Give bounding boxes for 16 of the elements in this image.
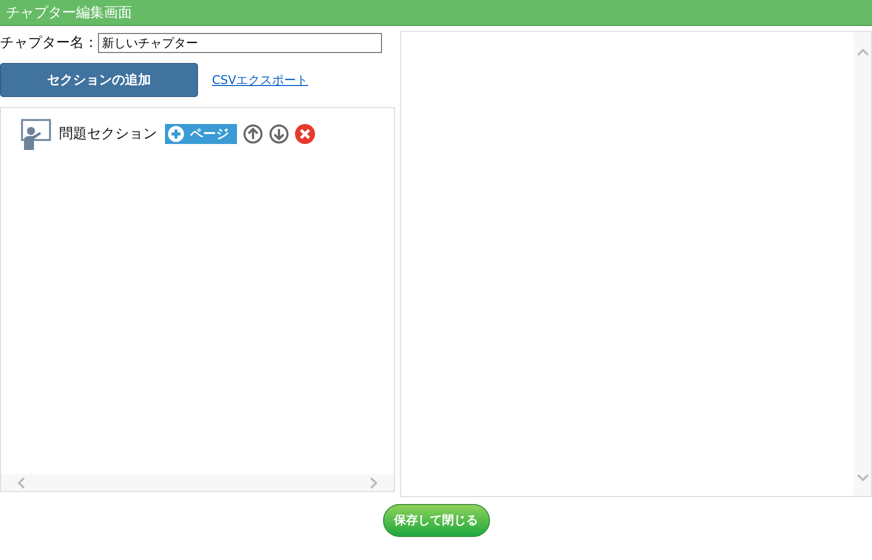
scroll-right-icon[interactable] [370,476,378,488]
window-title: チャプター編集画面 [6,4,132,22]
teacher-board-icon [19,118,51,150]
add-section-button[interactable]: セクションの追加 [0,63,198,97]
chapter-name-label: チャプター名： [0,34,98,52]
scroll-down-icon[interactable] [856,474,868,482]
chapter-name-field[interactable]: 新しいチャプター [98,33,382,53]
section-title: 問題セクション [59,125,157,143]
scroll-left-icon[interactable] [17,476,25,488]
move-up-icon[interactable] [243,124,263,144]
delete-icon[interactable] [295,124,315,144]
csv-export-link[interactable]: CSVエクスポート [212,72,308,88]
move-down-icon[interactable] [269,124,289,144]
scroll-up-icon[interactable] [856,48,868,56]
plus-icon [168,126,184,142]
add-page-button[interactable]: ページ [165,124,237,144]
